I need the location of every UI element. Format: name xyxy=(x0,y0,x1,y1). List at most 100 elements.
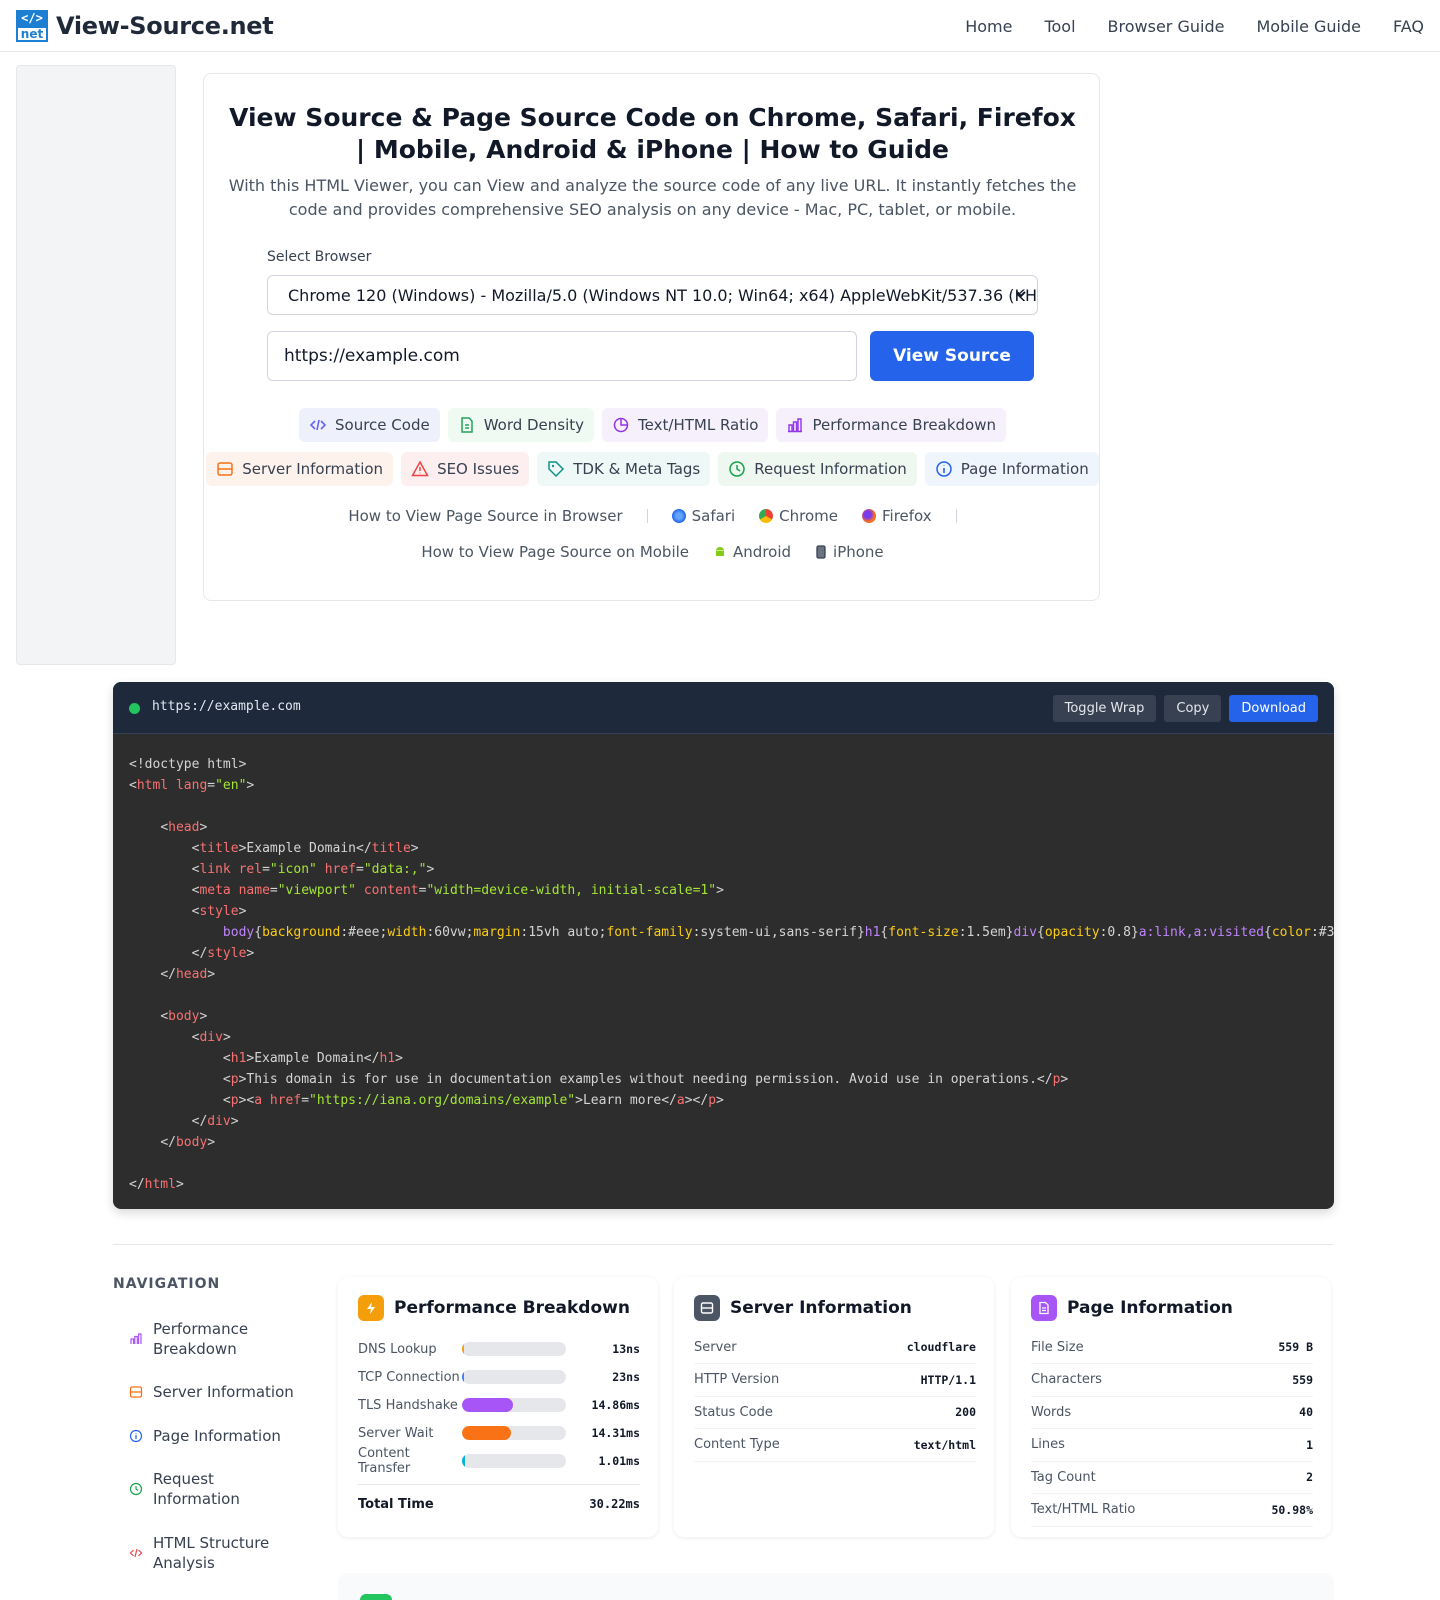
feature-chips-row-1: Source Code Word Density Text/HTML Ratio… xyxy=(204,408,1101,442)
document-icon xyxy=(460,417,473,433)
perf-label: Content Transfer xyxy=(358,1446,411,1476)
info-icon xyxy=(936,461,952,477)
chip-word-density[interactable]: Word Density xyxy=(447,408,595,442)
nav-link-html-structure-analysis[interactable]: HTML Structure Analysis xyxy=(129,1533,273,1573)
perf-bar-fill xyxy=(462,1398,513,1412)
guide-firefox[interactable]: Firefox xyxy=(862,507,932,525)
page-title: View Source & Page Source Code on Chrome… xyxy=(229,103,1076,164)
chip-server-information[interactable]: Server Information xyxy=(206,452,394,486)
clock-icon xyxy=(129,1482,143,1496)
nav-link-performance-breakdown[interactable]: Performance Breakdown xyxy=(129,1319,283,1359)
copy-button[interactable]: Copy xyxy=(1164,695,1222,722)
intro-text: With this HTML Viewer, you can View and … xyxy=(228,176,1077,219)
kv-label: Characters xyxy=(1031,1372,1102,1387)
perf-row: DNS Lookup 13ns xyxy=(358,1339,640,1359)
sidebar-ad-placeholder xyxy=(16,65,176,665)
guide-safari[interactable]: Safari xyxy=(671,507,735,525)
toggle-wrap-button[interactable]: Toggle Wrap xyxy=(1052,695,1157,722)
chip-tdk-meta-tags[interactable]: TDK & Meta Tags xyxy=(537,452,711,486)
viewer-card: View Source & Page Source Code on Chrome… xyxy=(203,73,1100,601)
chip-source-code[interactable]: Source Code xyxy=(299,408,440,442)
browser-guide-row: How to View Page Source in Browser Safar… xyxy=(204,507,1101,525)
kv-label: File Size xyxy=(1031,1339,1084,1355)
page-info-row: Words 40 xyxy=(1031,1396,1313,1429)
document-icon xyxy=(1031,1295,1057,1321)
kv-label: Words xyxy=(1031,1404,1072,1420)
perf-row: TLS Handshake 14.86ms xyxy=(358,1395,640,1415)
pie-chart-icon xyxy=(613,417,629,433)
section-divider xyxy=(113,1244,1334,1245)
guide-iphone[interactable]: iPhone xyxy=(815,543,884,561)
nav-tool[interactable]: Tool xyxy=(1044,17,1075,36)
chip-page-information[interactable]: Page Information xyxy=(924,452,1099,486)
perf-value: 13ns xyxy=(612,1342,640,1356)
chip-performance-breakdown[interactable]: Performance Breakdown xyxy=(776,408,1006,442)
total-time-row: Total Time 30.22ms xyxy=(358,1484,640,1512)
nav-link-server-information[interactable]: Server Information xyxy=(129,1382,294,1402)
main-nav: Home Tool Browser Guide Mobile Guide FAQ xyxy=(965,0,1424,52)
chip-text-html-ratio[interactable]: Text/HTML Ratio xyxy=(602,408,769,442)
kv-label: Lines xyxy=(1031,1437,1065,1452)
perf-row: Server Wait 14.31ms xyxy=(358,1423,640,1443)
nav-faq[interactable]: FAQ xyxy=(1393,17,1424,36)
guide-chrome[interactable]: Chrome xyxy=(759,507,838,525)
download-button[interactable]: Download xyxy=(1229,695,1318,722)
perf-label: Server Wait xyxy=(358,1425,434,1441)
view-source-button[interactable]: View Source xyxy=(870,331,1034,381)
server-icon xyxy=(129,1386,143,1398)
perf-bar-fill xyxy=(462,1342,464,1356)
chip-seo-issues[interactable]: SEO Issues xyxy=(401,452,530,486)
kv-label: Tag Count xyxy=(1031,1469,1096,1485)
page-info-row: Text/HTML Ratio 50.98% xyxy=(1031,1494,1313,1527)
source-code-content[interactable]: <!doctype html> <html lang="en"> <head> … xyxy=(129,754,1334,1195)
page-info-card: Page Information File Size 559 B Character… xyxy=(1011,1277,1331,1537)
phone-icon xyxy=(816,545,826,559)
browser-guide-label[interactable]: How to View Page Source in Browser xyxy=(348,507,622,525)
page-info-row: Characters 559 xyxy=(1031,1364,1313,1397)
mobile-guide-label[interactable]: How to View Page Source on Mobile xyxy=(421,543,689,561)
perf-bar xyxy=(462,1342,566,1356)
perf-bar-fill xyxy=(462,1370,464,1384)
server-info-row: Content Type text/html xyxy=(694,1429,976,1462)
lightning-icon xyxy=(358,1295,384,1321)
perf-value: 14.31ms xyxy=(591,1426,640,1440)
source-code-panel: https://example.com Toggle Wrap Copy Dow… xyxy=(113,682,1334,1209)
mobile-guide-row: How to View Page Source on Mobile Androi… xyxy=(204,543,1101,561)
bar-chart-icon xyxy=(130,1333,142,1344)
select-browser-label: Select Browser xyxy=(267,249,372,265)
kv-label: HTTP Version xyxy=(694,1372,780,1387)
perf-label: TCP Connection xyxy=(358,1369,460,1385)
kv-value: 50.98% xyxy=(1271,1502,1313,1517)
nav-link-request-information[interactable]: Request Information xyxy=(129,1469,253,1509)
perf-label: DNS Lookup xyxy=(358,1341,437,1357)
navigation-heading: NAVIGATION xyxy=(113,1276,221,1292)
page-info-title: Page Information xyxy=(1067,1298,1233,1318)
logo-text: View-Source.net xyxy=(56,12,274,40)
chip-request-information[interactable]: Request Information xyxy=(718,452,917,486)
perf-bar xyxy=(462,1398,566,1412)
browser-select[interactable]: Chrome 120 (Windows) - Mozilla/5.0 (Wind… xyxy=(267,275,1038,315)
kv-label: Text/HTML Ratio xyxy=(1031,1502,1136,1517)
clock-icon xyxy=(729,461,746,477)
kv-value: 2 xyxy=(1306,1470,1313,1484)
perf-value: 1.01ms xyxy=(598,1454,640,1468)
page-info-row: Lines 1 xyxy=(1031,1429,1313,1462)
guide-android[interactable]: Android xyxy=(713,543,791,561)
url-input[interactable]: https://example.com xyxy=(267,331,857,381)
site-logo[interactable]: </> net View-Source.net xyxy=(16,10,274,42)
nav-home[interactable]: Home xyxy=(965,17,1012,36)
nav-browser-guide[interactable]: Browser Guide xyxy=(1108,17,1225,36)
android-icon xyxy=(716,547,725,556)
status-dot xyxy=(129,703,140,714)
server-icon xyxy=(694,1295,720,1321)
nav-mobile-guide[interactable]: Mobile Guide xyxy=(1256,17,1361,36)
kv-value: 40 xyxy=(1299,1405,1313,1419)
tag-icon xyxy=(548,461,565,478)
page-info-row: Tag Count 2 xyxy=(1031,1461,1313,1494)
nav-link-page-information[interactable]: Page Information xyxy=(129,1426,281,1446)
logo-code-icon: </> net xyxy=(16,10,48,42)
perf-value: 14.86ms xyxy=(591,1398,640,1412)
section-icon xyxy=(360,1594,392,1600)
kv-label: Server xyxy=(694,1339,737,1355)
perf-bar-fill xyxy=(462,1454,466,1468)
